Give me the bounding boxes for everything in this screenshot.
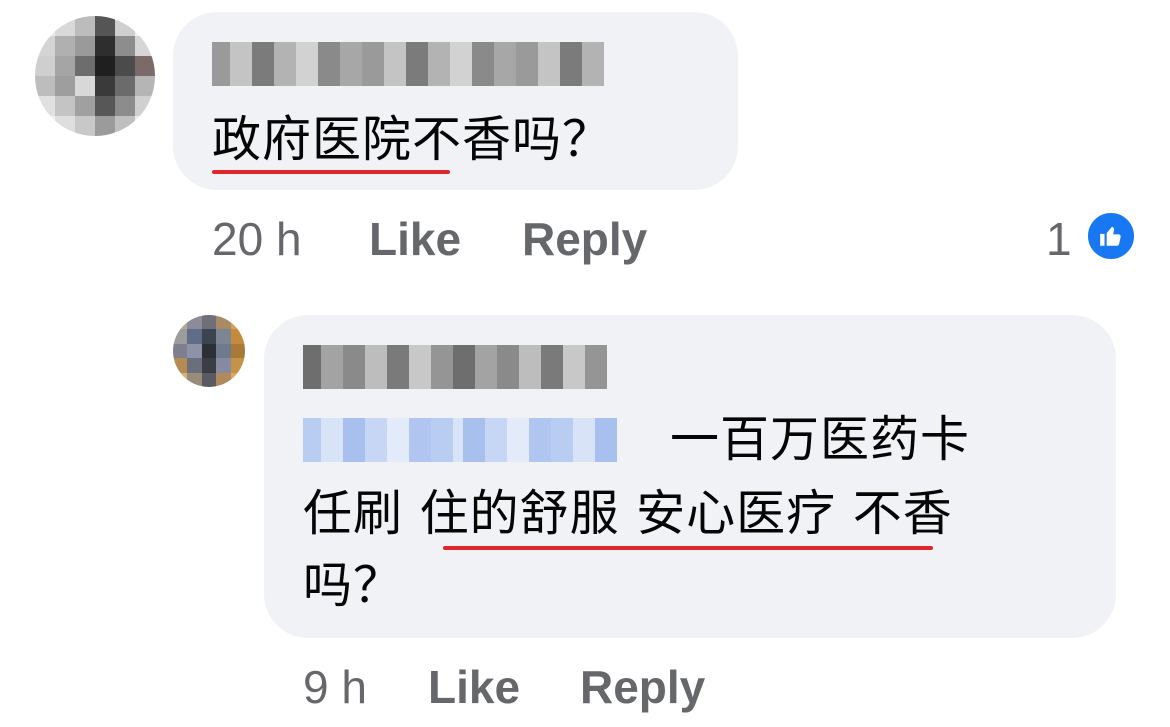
reply-text-prefix: 任刷 (303, 485, 420, 542)
reply-reply-button[interactable]: Reply (580, 660, 705, 714)
commenter-avatar[interactable] (35, 16, 155, 136)
spellcheck-underline (443, 546, 933, 550)
thumbs-up-icon[interactable] (1085, 210, 1137, 262)
reply-mention-pixelated[interactable] (303, 418, 617, 462)
comment-thread: 政府医院不香吗？ 20 h Like Reply 1 一百万医药卡 任刷 住的舒… (0, 0, 1170, 727)
reply-author-name-pixelated[interactable] (303, 345, 607, 389)
reply-text-line-2: 任刷 住的舒服 安心医疗 不香 (303, 478, 953, 550)
comment-text-underlined: 政府医院 (212, 111, 413, 168)
comment-text-rest: 不香吗？ (412, 111, 613, 168)
replier-avatar[interactable] (173, 315, 245, 387)
reply-text-line-3: 吗？ (303, 557, 404, 614)
reply-like-button[interactable]: Like (428, 660, 520, 714)
comment-author-name-pixelated[interactable] (212, 42, 604, 86)
reaction-count[interactable]: 1 (1046, 212, 1072, 266)
spellcheck-underline (212, 170, 450, 174)
comment-timestamp[interactable]: 20 h (212, 212, 302, 266)
comment-text: 政府医院不香吗？ (212, 104, 612, 176)
reply-timestamp[interactable]: 9 h (303, 660, 367, 714)
comment-like-button[interactable]: Like (369, 212, 461, 266)
reply-text-suffix: 不香 (836, 485, 953, 542)
thumbs-up-glyph (1100, 226, 1121, 246)
reply-text-line-1: 一百万医药卡 (670, 411, 971, 468)
comment-reply-button[interactable]: Reply (522, 212, 647, 266)
reply-text-underlined: 住的舒服 安心医疗 (419, 485, 837, 542)
